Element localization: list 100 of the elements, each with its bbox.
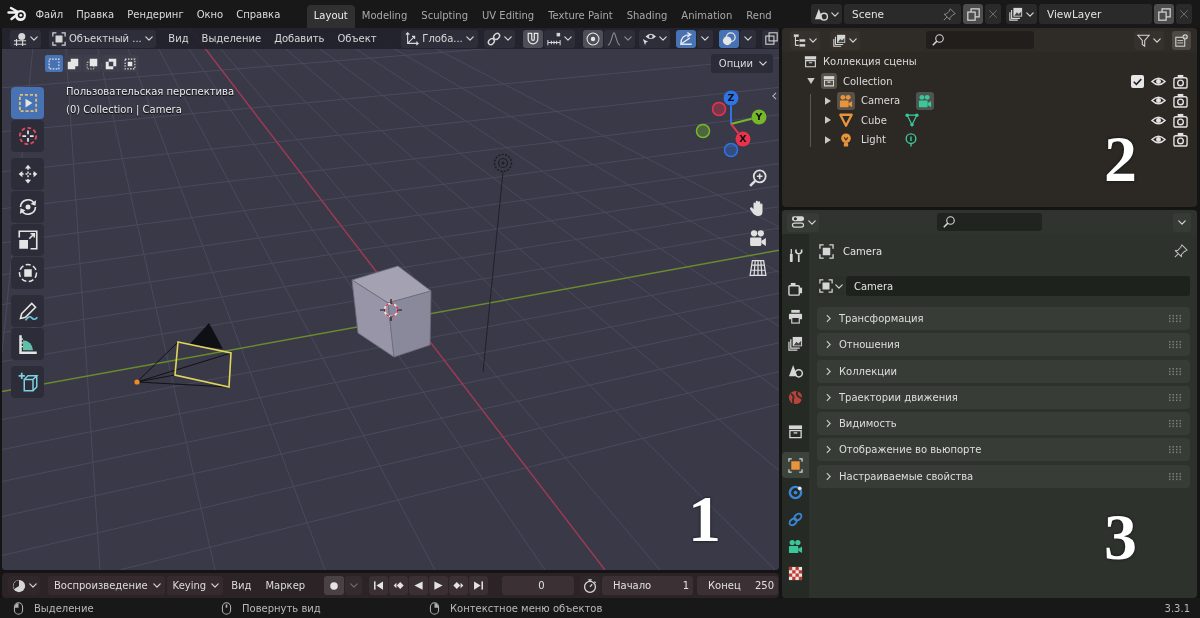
tool-button[interactable] xyxy=(11,366,44,398)
snap-target-dropdown[interactable] xyxy=(544,29,576,48)
copy-button[interactable] xyxy=(963,4,983,24)
pivot-dropdown[interactable] xyxy=(484,29,516,48)
tool-button[interactable] xyxy=(11,328,44,360)
menu-item[interactable]: Окно xyxy=(190,8,230,20)
panel-header[interactable]: Видимость xyxy=(817,412,1190,436)
movie-camera-icon[interactable] xyxy=(749,229,767,247)
drag-handle-icon[interactable] xyxy=(1169,446,1181,454)
end-frame-field[interactable]: Конец 250 xyxy=(697,576,778,595)
axis-handle[interactable]: Y xyxy=(751,109,767,125)
current-frame-field[interactable]: 0 xyxy=(502,576,574,595)
menu-item[interactable]: Рендеринг xyxy=(120,8,191,20)
options-dropdown[interactable]: Опции xyxy=(710,54,773,73)
workspace-tab[interactable]: Texture Paint xyxy=(541,5,620,28)
xray-toggle[interactable] xyxy=(762,29,779,48)
menu-item[interactable]: Добавить xyxy=(267,33,331,44)
scene-name-field[interactable]: Scene xyxy=(844,4,961,24)
gizmo-dropdown[interactable] xyxy=(697,29,714,48)
tree-item-label[interactable]: Collection xyxy=(843,75,893,87)
filter-dropdown[interactable] xyxy=(1134,30,1164,50)
axis-handle[interactable] xyxy=(711,101,727,117)
scene-selector-button[interactable] xyxy=(811,4,842,24)
chevron-left-icon[interactable] xyxy=(772,92,777,100)
mode-dropdown[interactable]: Объектный ... xyxy=(49,29,156,48)
new-collection-button[interactable] xyxy=(1172,30,1191,50)
menu-item[interactable]: Вид xyxy=(161,33,196,44)
menu-item[interactable]: Выделение xyxy=(195,33,268,44)
close-button[interactable] xyxy=(985,4,1001,24)
playback-button[interactable] xyxy=(389,576,408,595)
editor-type-dropdown[interactable] xyxy=(10,29,41,48)
visibility-dropdown[interactable] xyxy=(639,29,671,48)
workspace-tab[interactable]: UV Editing xyxy=(475,5,542,28)
disclosure-triangle-icon[interactable] xyxy=(825,96,831,105)
menu-item[interactable]: Правка xyxy=(69,8,121,20)
pin-icon[interactable] xyxy=(943,7,956,21)
camera-object[interactable] xyxy=(134,323,232,388)
camera-icon[interactable] xyxy=(1173,93,1188,109)
menu-item[interactable]: Файл xyxy=(29,8,70,20)
workspace-tab[interactable]: Animation xyxy=(674,5,740,28)
playback-button[interactable] xyxy=(429,576,448,595)
copy-button[interactable] xyxy=(1154,4,1174,24)
axis-handle[interactable] xyxy=(723,142,739,158)
selection-mode-button[interactable] xyxy=(102,55,120,72)
workspace-tab[interactable]: Shading xyxy=(619,5,675,28)
close-button[interactable] xyxy=(1176,4,1192,24)
workspace-tab[interactable]: Modeling xyxy=(354,5,415,28)
workspace-tab[interactable]: Rend xyxy=(739,5,779,28)
falloff-dropdown[interactable] xyxy=(604,29,636,48)
playback-button[interactable] xyxy=(449,576,468,595)
selection-mode-button[interactable] xyxy=(121,55,139,72)
options-dropdown[interactable] xyxy=(1173,212,1191,232)
tree-item-label[interactable]: Коллекция сцены xyxy=(823,56,917,68)
axis-handle[interactable] xyxy=(695,123,711,139)
overlay-toggle[interactable] xyxy=(719,29,740,48)
tool-button[interactable] xyxy=(11,295,44,327)
drag-handle-icon[interactable] xyxy=(1169,472,1181,480)
search-field[interactable] xyxy=(937,213,1042,231)
editor-type-dropdown[interactable] xyxy=(8,576,40,595)
playback-button[interactable] xyxy=(469,576,488,595)
selection-mode-button[interactable] xyxy=(64,55,82,72)
axis-handle[interactable]: Z xyxy=(723,90,739,106)
tool-button[interactable] xyxy=(11,191,44,223)
tool-button[interactable] xyxy=(11,158,44,190)
tree-item-label[interactable]: Cube xyxy=(861,114,887,126)
tool-button[interactable] xyxy=(11,257,44,289)
disclosure-triangle-icon[interactable] xyxy=(825,135,831,144)
drag-handle-icon[interactable] xyxy=(1169,341,1181,349)
panel-header[interactable]: Отображение во вьюпорте xyxy=(817,438,1190,462)
view-layer-dropdown[interactable] xyxy=(830,30,860,50)
overlay-dropdown[interactable] xyxy=(740,29,757,48)
object-name-field[interactable]: Camera xyxy=(846,276,1190,296)
drag-handle-icon[interactable] xyxy=(1169,314,1181,323)
logo-icon[interactable] xyxy=(7,6,27,22)
orientation-dropdown[interactable]: Глоба... xyxy=(401,29,479,48)
disclosure-triangle-icon[interactable] xyxy=(807,78,815,85)
panel-header[interactable]: Траектории движения xyxy=(817,385,1190,409)
snap-toggle[interactable] xyxy=(523,29,544,48)
menu-item[interactable]: Объект xyxy=(330,33,384,44)
axis-handle[interactable]: X xyxy=(735,131,751,147)
panel-header[interactable]: Отношения xyxy=(817,333,1190,357)
drag-handle-icon[interactable] xyxy=(1169,420,1181,428)
menu-dropdown[interactable]: Keying xyxy=(166,576,224,595)
workspace-tab[interactable]: Sculpting xyxy=(414,5,475,28)
view-layer-selector-button[interactable] xyxy=(1006,4,1037,24)
pin-icon[interactable] xyxy=(1174,244,1188,258)
panel-header[interactable]: Трансформация xyxy=(817,307,1190,330)
tree-item-label[interactable]: Light xyxy=(861,134,886,146)
search-field[interactable] xyxy=(926,31,1034,49)
editor-type-dropdown[interactable] xyxy=(787,212,819,232)
tool-button[interactable] xyxy=(11,120,44,152)
view-layer-name-field[interactable]: ViewLayer xyxy=(1039,4,1152,24)
camera-icon[interactable] xyxy=(1173,132,1188,148)
panel-header[interactable]: Настраиваемые свойства xyxy=(817,464,1190,488)
menu-item[interactable]: Маркер xyxy=(259,580,312,591)
grid-icon[interactable] xyxy=(749,259,767,277)
start-frame-field[interactable]: Начало 1 xyxy=(602,576,693,595)
drag-handle-icon[interactable] xyxy=(1169,367,1181,375)
record-button[interactable] xyxy=(324,576,344,595)
zoom-icon[interactable] xyxy=(749,169,767,187)
